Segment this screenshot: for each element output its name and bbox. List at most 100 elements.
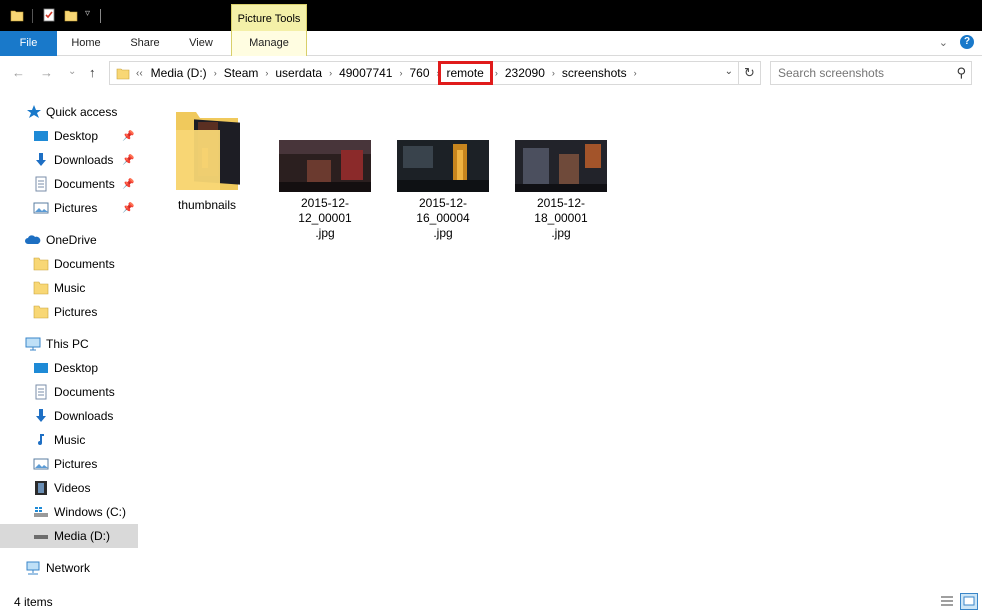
sidebar-item-onedrive-music[interactable]: Music bbox=[0, 276, 138, 300]
sidebar-item-quick-access[interactable]: Quick access bbox=[0, 100, 138, 124]
computer-icon bbox=[25, 337, 41, 351]
breadcrumb-steam[interactable]: Steam bbox=[220, 66, 263, 80]
sidebar-item-label: Windows (C:) bbox=[54, 505, 127, 519]
forward-arrow-icon[interactable]: → bbox=[40, 65, 53, 80]
pin-icon[interactable]: 📌 bbox=[122, 203, 134, 214]
breadcrumb-userdata[interactable]: userdata bbox=[271, 66, 326, 80]
pin-icon[interactable]: 📌 bbox=[122, 155, 134, 166]
recent-locations-icon[interactable]: ⌄ bbox=[68, 66, 76, 77]
download-arrow-icon bbox=[36, 153, 46, 166]
search-box: ⚲ bbox=[770, 61, 972, 85]
document-icon bbox=[35, 384, 47, 400]
breadcrumb-app-id[interactable]: 232090 bbox=[501, 66, 549, 80]
tab-share[interactable]: Share bbox=[122, 31, 168, 56]
details-view-icon[interactable] bbox=[938, 593, 956, 610]
tab-file[interactable]: File bbox=[0, 31, 57, 56]
breadcrumb-remote[interactable]: remote bbox=[437, 61, 493, 85]
file-name: 2015-12-18_00001 bbox=[534, 196, 588, 225]
search-input[interactable] bbox=[771, 62, 947, 84]
address-dropdown-icon[interactable]: ⌄ bbox=[725, 66, 733, 77]
chevron-right-icon[interactable]: › bbox=[211, 68, 220, 78]
image-thumbnail bbox=[397, 140, 489, 192]
ribbon: File Home Share View Manage ⌄ ? bbox=[0, 31, 982, 56]
sidebar-item-onedrive[interactable]: OneDrive bbox=[0, 228, 138, 252]
breadcrumb-media-d[interactable]: Media (D:) bbox=[147, 66, 211, 80]
breadcrumb: ‹‹ Media (D:) › Steam › userdata › 49007… bbox=[132, 61, 640, 85]
search-icon[interactable]: ⚲ bbox=[956, 65, 966, 81]
chevron-right-icon[interactable]: › bbox=[262, 68, 271, 78]
desktop-icon bbox=[34, 363, 48, 373]
chevron-right-icon[interactable]: › bbox=[396, 68, 405, 78]
tab-manage[interactable]: Manage bbox=[231, 31, 307, 56]
sidebar-item-documents[interactable]: Documents 📌 bbox=[0, 172, 138, 196]
up-arrow-icon[interactable]: ↑ bbox=[89, 65, 96, 80]
sidebar-item-pc-documents[interactable]: Documents bbox=[0, 380, 138, 404]
sidebar-item-desktop[interactable]: Desktop 📌 bbox=[0, 124, 138, 148]
file-item-image[interactable]: 2015-12-12_00001 .jpg bbox=[278, 140, 372, 240]
sidebar-item-label: Network bbox=[46, 561, 91, 575]
image-thumbnail bbox=[515, 140, 607, 192]
separator bbox=[32, 9, 33, 23]
file-extension: .jpg bbox=[315, 226, 335, 240]
new-folder-icon[interactable] bbox=[64, 8, 78, 22]
sidebar-item-label: This PC bbox=[46, 337, 89, 351]
sidebar-item-label: Pictures bbox=[54, 201, 98, 215]
file-item-image[interactable]: 2015-12-16_00004 .jpg bbox=[396, 140, 490, 240]
sidebar-item-onedrive-documents[interactable]: Documents bbox=[0, 252, 138, 276]
sidebar-item-label: Videos bbox=[54, 481, 91, 495]
sidebar-item-network[interactable]: Network bbox=[0, 556, 138, 580]
pin-icon[interactable]: 📌 bbox=[122, 179, 134, 190]
sidebar-item-media-d[interactable]: Media (D:) bbox=[0, 524, 138, 548]
pin-icon[interactable]: 📌 bbox=[122, 131, 134, 142]
sidebar-item-pc-desktop[interactable]: Desktop bbox=[0, 356, 138, 380]
sidebar-item-this-pc[interactable]: This PC bbox=[0, 332, 138, 356]
address-bar[interactable]: ‹‹ Media (D:) › Steam › userdata › 49007… bbox=[109, 61, 761, 85]
file-item-image[interactable]: 2015-12-18_00001 .jpg bbox=[514, 140, 608, 240]
sidebar-item-onedrive-pictures[interactable]: Pictures bbox=[0, 300, 138, 324]
properties-icon[interactable] bbox=[42, 8, 56, 22]
chevron-right-icon[interactable]: › bbox=[631, 68, 640, 78]
chevron-right-icon[interactable]: › bbox=[492, 68, 501, 78]
sidebar-item-pc-videos[interactable]: Videos bbox=[0, 476, 138, 500]
sidebar-item-label: Media (D:) bbox=[54, 529, 111, 543]
breadcrumb-760[interactable]: 760 bbox=[405, 66, 433, 80]
image-thumbnail bbox=[279, 140, 371, 192]
breadcrumb-overflow[interactable]: ‹‹ bbox=[132, 68, 147, 79]
sidebar-item-windows-c[interactable]: Windows (C:) bbox=[0, 500, 138, 524]
film-icon bbox=[35, 481, 47, 495]
sidebar-item-pc-music[interactable]: Music bbox=[0, 428, 138, 452]
chevron-right-icon[interactable]: › bbox=[434, 68, 443, 78]
refresh-icon[interactable]: ↻ bbox=[738, 62, 760, 84]
customize-toolbar-icon[interactable]: ▿ bbox=[85, 8, 90, 19]
help-icon[interactable]: ? bbox=[960, 35, 974, 49]
breadcrumb-user-id[interactable]: 49007741 bbox=[335, 66, 396, 80]
separator bbox=[100, 9, 101, 23]
breadcrumb-screenshots[interactable]: screenshots bbox=[558, 66, 631, 80]
sidebar-item-label: OneDrive bbox=[46, 233, 97, 247]
back-arrow-icon[interactable]: ← bbox=[12, 65, 25, 80]
chevron-right-icon[interactable]: › bbox=[326, 68, 335, 78]
large-icons-view-icon[interactable] bbox=[960, 593, 978, 610]
tab-home[interactable]: Home bbox=[62, 31, 110, 56]
sidebar-item-label: Pictures bbox=[54, 457, 98, 471]
drive-icon bbox=[34, 535, 48, 539]
folder-icon bbox=[176, 112, 240, 190]
file-list: thumbnails 2015-12-12_00001 .jpg 2015-12… bbox=[140, 96, 982, 590]
chevron-right-icon[interactable]: › bbox=[549, 68, 558, 78]
sidebar-item-label: Documents bbox=[54, 177, 115, 191]
file-item-thumbnails[interactable]: thumbnails bbox=[166, 108, 248, 218]
expand-ribbon-icon[interactable]: ⌄ bbox=[939, 36, 948, 49]
sidebar-item-label: Music bbox=[54, 433, 86, 447]
sidebar-item-pc-downloads[interactable]: Downloads bbox=[0, 404, 138, 428]
sidebar-item-label: Downloads bbox=[54, 153, 114, 167]
file-name: 2015-12-12_00001 bbox=[298, 196, 352, 225]
sidebar-item-pictures[interactable]: Pictures 📌 bbox=[0, 196, 138, 220]
sidebar-item-downloads[interactable]: Downloads 📌 bbox=[0, 148, 138, 172]
music-note-icon bbox=[38, 434, 44, 445]
folder-icon bbox=[33, 305, 49, 319]
tab-view[interactable]: View bbox=[180, 31, 222, 56]
sidebar-item-pc-pictures[interactable]: Pictures bbox=[0, 452, 138, 476]
title-bar: ▿ Picture Tools bbox=[0, 0, 982, 32]
sidebar-item-label: Quick access bbox=[46, 105, 118, 119]
file-name: thumbnails bbox=[177, 198, 237, 212]
